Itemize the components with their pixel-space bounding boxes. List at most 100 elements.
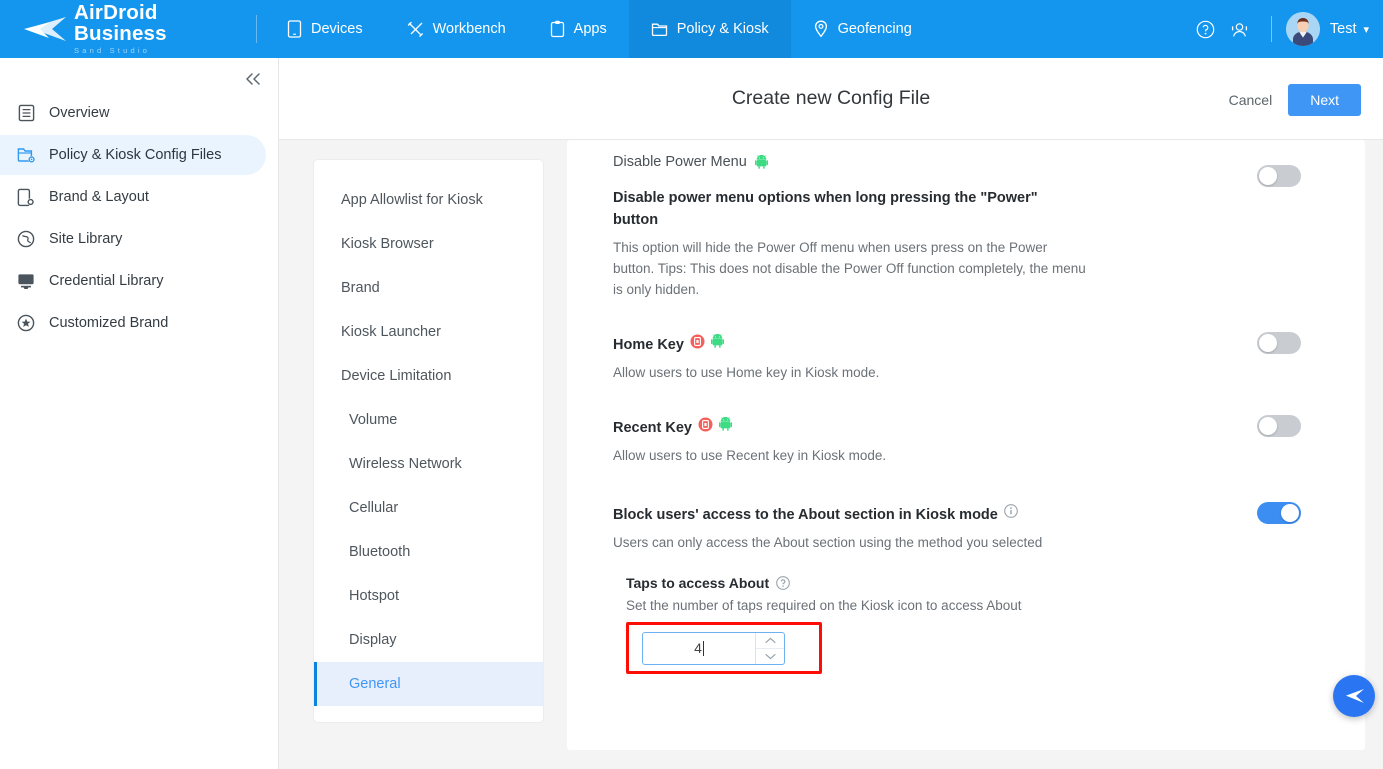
toggle-block-about-section[interactable]	[1257, 502, 1301, 525]
page-actions: Cancel Next	[1229, 84, 1361, 116]
feedback-fab-button[interactable]	[1333, 675, 1375, 717]
device-owner-icon	[698, 417, 713, 432]
subnav-label: Device Limitation	[341, 368, 452, 384]
setting-title-text: Block users' access to the About section…	[613, 507, 998, 524]
toggle-knob	[1259, 167, 1277, 185]
setting-title: Home Key	[613, 334, 1209, 356]
toggle-knob	[1259, 334, 1277, 353]
subnav-item-kiosk-browser[interactable]: Kiosk Browser	[314, 222, 543, 266]
toggle-recent-key[interactable]	[1257, 415, 1301, 438]
left-sidebar: Overview Policy & Kiosk Config Files Bra…	[0, 58, 279, 769]
setting-row-recent-key: Recent Key Allow users to use Recent key…	[613, 415, 1319, 466]
subnav-label: Hotspot	[349, 588, 399, 604]
user-name: Test	[1329, 21, 1357, 37]
nav-label-devices: Devices	[311, 21, 363, 37]
toggle-disable-power-menu[interactable]	[1257, 165, 1301, 187]
nav-item-devices[interactable]: Devices	[265, 0, 385, 58]
subnav-item-hotspot[interactable]: Hotspot	[314, 574, 543, 618]
subnav-label: General	[349, 676, 401, 692]
chevron-up-icon[interactable]	[756, 633, 784, 648]
location-pin-icon	[814, 20, 827, 38]
subnav-item-device-limitation[interactable]: Device Limitation	[314, 354, 543, 398]
group-label-disable-power-menu: Disable Power Menu	[613, 154, 1319, 170]
subnav-item-kiosk-launcher[interactable]: Kiosk Launcher	[314, 310, 543, 354]
sidebar-item-customized-brand[interactable]: Customized Brand	[0, 303, 266, 343]
setting-row-disable-power-menu: Disable power menu options when long pre…	[613, 165, 1319, 300]
next-button[interactable]: Next	[1288, 84, 1361, 116]
sidebar-label-site-library: Site Library	[49, 231, 123, 247]
sub-setting-description: Set the number of taps required on the K…	[626, 598, 1022, 614]
setting-title: Disable power menu options when long pre…	[613, 187, 1209, 231]
setting-title-text: Recent Key	[613, 420, 692, 437]
subnav-item-volume[interactable]: Volume	[314, 398, 543, 442]
help-circle-icon[interactable]	[1189, 12, 1223, 46]
android-icon	[718, 417, 732, 432]
content-area: Create new Config File Cancel Next App A…	[279, 58, 1383, 769]
android-icon	[710, 334, 724, 349]
setting-description: Allow users to use Home key in Kiosk mod…	[613, 365, 880, 381]
taps-number-stepper[interactable]: 4	[642, 631, 785, 665]
subnav-label: Cellular	[349, 500, 399, 516]
subnav-item-brand[interactable]: Brand	[314, 266, 543, 310]
sidebar-items: Overview Policy & Kiosk Config Files Bra…	[0, 93, 278, 343]
nav-item-apps[interactable]: Apps	[528, 0, 629, 58]
nav-label-geofencing: Geofencing	[837, 21, 912, 37]
brand-logo[interactable]: AirDroid Business Sand Studio	[22, 3, 252, 55]
info-circle-icon[interactable]	[1004, 504, 1018, 519]
subnav-item-wireless-network[interactable]: Wireless Network	[314, 442, 543, 486]
arrow-logo-icon	[24, 17, 66, 41]
setting-title-text: Home Key	[613, 337, 684, 354]
setting-title-text: Disable power menu options when long pre…	[613, 190, 1038, 229]
nav-item-policy-kiosk[interactable]: Policy & Kiosk	[628, 0, 791, 58]
sidebar-item-overview[interactable]: Overview	[0, 93, 266, 133]
device-owner-icon	[690, 334, 705, 349]
sidebar-label-brand-layout: Brand & Layout	[49, 189, 149, 205]
subnav-label: Brand	[341, 280, 380, 296]
sub-setting-title-text: Taps to access About	[626, 575, 770, 592]
sidebar-item-brand-layout[interactable]: Brand & Layout	[0, 177, 266, 217]
avatar[interactable]	[1285, 12, 1320, 46]
page-title: Create new Config File	[731, 87, 931, 109]
brand-name: AirDroid Business	[74, 1, 167, 45]
tools-icon	[407, 21, 423, 37]
setting-description: Allow users to use Recent key in Kiosk m…	[613, 448, 887, 464]
star-circle-icon	[16, 313, 36, 333]
android-icon	[754, 155, 768, 169]
chevron-down-icon[interactable]	[756, 647, 784, 664]
setting-row-home-key: Home Key Allow users to use Home key in …	[613, 332, 1319, 383]
globe-icon	[16, 229, 36, 249]
cancel-button[interactable]: Cancel	[1229, 92, 1273, 108]
subnav-label: App Allowlist for Kiosk	[341, 192, 483, 208]
subnav-item-bluetooth[interactable]: Bluetooth	[314, 530, 543, 574]
subnav-item-app-allowlist-for-kiosk[interactable]: App Allowlist for Kiosk	[314, 178, 543, 222]
subnav-item-general[interactable]: General	[314, 662, 543, 706]
subnav-label: Wireless Network	[349, 456, 462, 472]
chevron-down-icon[interactable]: ▾	[1363, 23, 1369, 36]
subnav-label: Kiosk Launcher	[341, 324, 441, 340]
sidebar-label-policy-kiosk-config-files: Policy & Kiosk Config Files	[49, 147, 222, 163]
double-chevron-left-icon[interactable]	[242, 68, 264, 90]
sidebar-item-policy-kiosk-config-files[interactable]: Policy & Kiosk Config Files	[0, 135, 266, 175]
sidebar-item-site-library[interactable]: Site Library	[0, 219, 266, 259]
stepper-buttons	[755, 632, 784, 664]
nav-label-workbench: Workbench	[432, 21, 506, 37]
setting-description: Users can only access the About section …	[613, 535, 1043, 551]
sidebar-item-credential-library[interactable]: Credential Library	[0, 261, 266, 301]
setting-title: Block users' access to the About section…	[613, 504, 1209, 526]
subnav-label: Bluetooth	[349, 544, 411, 560]
subnav-item-cellular[interactable]: Cellular	[314, 486, 543, 530]
folder-icon	[651, 23, 667, 37]
nav-right-group: Test ▾	[1189, 12, 1383, 46]
question-circle-icon[interactable]	[776, 576, 791, 591]
headset-icon[interactable]	[1223, 12, 1257, 46]
sub-setting-taps-to-access-about: Taps to access About Set the number of t…	[613, 575, 1209, 675]
nav-divider	[256, 15, 257, 43]
taps-input[interactable]: 4	[643, 633, 755, 664]
phone-gear-icon	[16, 187, 36, 207]
subnav-item-display[interactable]: Display	[314, 618, 543, 662]
nav-item-workbench[interactable]: Workbench	[385, 0, 528, 58]
toggle-home-key[interactable]	[1257, 332, 1301, 355]
setting-title: Recent Key	[613, 417, 1209, 439]
nav-item-geofencing[interactable]: Geofencing	[791, 0, 934, 58]
top-navigation-bar: AirDroid Business Sand Studio Devices Wo…	[0, 0, 1383, 58]
